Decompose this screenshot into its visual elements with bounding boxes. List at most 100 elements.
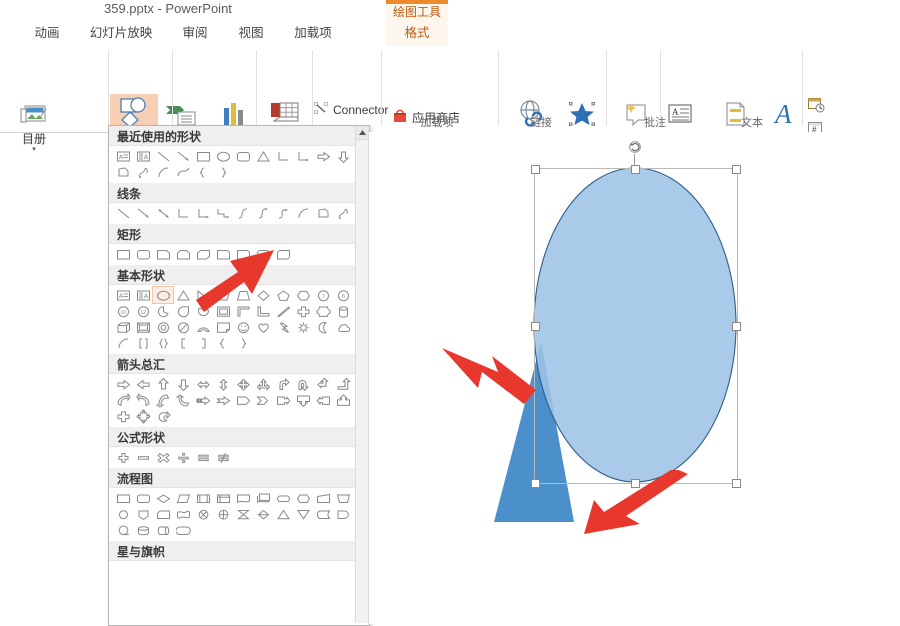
- shape-oval[interactable]: [213, 148, 233, 164]
- resize-handle-e[interactable]: [732, 322, 741, 331]
- shape-plaque[interactable]: [313, 303, 333, 319]
- shape-curved-down[interactable]: [173, 392, 193, 408]
- shape-right-arrow[interactable]: [313, 148, 333, 164]
- shape-freeform[interactable]: [313, 205, 333, 221]
- resize-handle-w[interactable]: [531, 322, 540, 331]
- tab-5[interactable]: 格式: [386, 20, 448, 46]
- shape-left-arrow-callout[interactable]: [313, 392, 333, 408]
- shape-down-arrow-callout[interactable]: [293, 392, 313, 408]
- shape-u-turn-arrow[interactable]: [293, 376, 313, 392]
- shape-line-arrow[interactable]: [133, 205, 153, 221]
- shape-curve3[interactable]: [273, 205, 293, 221]
- rotate-icon[interactable]: [628, 140, 642, 154]
- tab-0[interactable]: 动画: [22, 20, 72, 46]
- shape-up-arrow[interactable]: [153, 376, 173, 392]
- shape-quad-arrow-callout[interactable]: [133, 408, 153, 424]
- shape-cube[interactable]: [113, 319, 133, 335]
- shape-snip-single[interactable]: [153, 246, 173, 262]
- shape-rectangle[interactable]: [193, 148, 213, 164]
- shape-sequential-access[interactable]: [113, 522, 133, 538]
- shape-chevron[interactable]: [253, 392, 273, 408]
- shape-triangle[interactable]: [253, 148, 273, 164]
- shape-multiply[interactable]: [153, 449, 173, 465]
- shape-left-brace[interactable]: [213, 335, 233, 351]
- shape-data[interactable]: [173, 490, 193, 506]
- shape-sun[interactable]: [293, 319, 313, 335]
- gallery-section-lines[interactable]: [109, 203, 356, 224]
- shape-multidocument[interactable]: [253, 490, 273, 506]
- shape-bent-arrow[interactable]: [273, 376, 293, 392]
- shape-right-brace[interactable]: [233, 335, 253, 351]
- shape-rounded-rect[interactable]: [133, 246, 153, 262]
- shape-right-arrow-callout[interactable]: [273, 392, 293, 408]
- shape-line-arrow[interactable]: [173, 148, 193, 164]
- shape-extract[interactable]: [273, 506, 293, 522]
- tab-2[interactable]: 审阅: [170, 20, 220, 46]
- shape-terminator[interactable]: [273, 490, 293, 506]
- shape-dodecagon[interactable]: 12: [133, 303, 153, 319]
- shapes-gallery-dropdown[interactable]: 最近使用的形状 A A 线条 矩形 基本形状 A A 7 8 10 12 箭头总汇 公式形状 流程图 星与旗帜: [108, 125, 370, 626]
- tab-1[interactable]: 幻灯片放映: [78, 20, 164, 46]
- shape-elbow-arrow-connector[interactable]: [293, 148, 313, 164]
- shape-moon[interactable]: [313, 319, 333, 335]
- shape-donut[interactable]: [153, 319, 173, 335]
- gallery-scrollbar[interactable]: [355, 126, 369, 623]
- shape-predefined-process[interactable]: [193, 490, 213, 506]
- shape-sort[interactable]: [253, 506, 273, 522]
- shape-plus[interactable]: [113, 449, 133, 465]
- shape-curve2[interactable]: [253, 205, 273, 221]
- tab-4[interactable]: 加载项: [282, 20, 344, 46]
- shape-left-right-arrow[interactable]: [193, 376, 213, 392]
- shape-line[interactable]: [153, 148, 173, 164]
- shape-right-bracket[interactable]: [193, 335, 213, 351]
- shape-not-equal[interactable]: [213, 449, 233, 465]
- shape-cross-arrow[interactable]: [113, 408, 133, 424]
- gallery-section-block-arrows[interactable]: [109, 374, 356, 427]
- shape-divide[interactable]: [173, 449, 193, 465]
- shape-arc[interactable]: [113, 335, 133, 351]
- shape-tri-arrow[interactable]: [253, 376, 273, 392]
- shape-down-arrow[interactable]: [173, 376, 193, 392]
- shape-decagon[interactable]: 10: [113, 303, 133, 319]
- shape-right-brace[interactable]: [213, 164, 233, 180]
- shape-document[interactable]: [233, 490, 253, 506]
- shape-off-page-connector[interactable]: [133, 506, 153, 522]
- shape-connector-elbow-double[interactable]: [213, 205, 233, 221]
- shape-delay[interactable]: [333, 506, 353, 522]
- shape-freeform[interactable]: [113, 164, 133, 180]
- shape-up-down-arrow[interactable]: [213, 376, 233, 392]
- shape-equal[interactable]: [193, 449, 213, 465]
- shape-minus[interactable]: [133, 449, 153, 465]
- shape-cloud[interactable]: [333, 319, 353, 335]
- shape-line[interactable]: [113, 205, 133, 221]
- connector-button[interactable]: Connector: [314, 102, 388, 118]
- shape-manual-input[interactable]: [313, 490, 333, 506]
- shape-direct-access-storage[interactable]: [153, 522, 173, 538]
- tab-3[interactable]: 视图: [226, 20, 276, 46]
- shape-curved-left[interactable]: [113, 392, 133, 408]
- shape-line-double-arrow[interactable]: [153, 205, 173, 221]
- shape-brackets[interactable]: [133, 335, 153, 351]
- shape-notched-right-arrow[interactable]: [213, 392, 233, 408]
- shape-connector-elbow-arrow[interactable]: [193, 205, 213, 221]
- shape-elbow-connector[interactable]: [273, 148, 293, 164]
- shape-arc[interactable]: [293, 205, 313, 221]
- shape-up-arrow-callout[interactable]: [333, 392, 353, 408]
- shape-bent-up-arrow[interactable]: [333, 376, 353, 392]
- shape-magnetic-disk[interactable]: [133, 522, 153, 538]
- shape-pentagon-arrow[interactable]: [233, 392, 253, 408]
- shape-process[interactable]: [113, 490, 133, 506]
- shape-left-bracket[interactable]: [173, 335, 193, 351]
- shape-or[interactable]: [213, 506, 233, 522]
- photo-album-button[interactable]: 目册 ▾: [6, 96, 62, 154]
- shape-left-arrow[interactable]: [133, 376, 153, 392]
- shape-striped-right-arrow[interactable]: [193, 392, 213, 408]
- shape-manual-operation[interactable]: [333, 490, 353, 506]
- shape-circular-arrow[interactable]: [153, 408, 173, 424]
- shape-heptagon[interactable]: 7: [313, 287, 333, 303]
- resize-handle-n[interactable]: [631, 165, 640, 174]
- shape-preparation[interactable]: [293, 490, 313, 506]
- shape-left-brace[interactable]: [193, 164, 213, 180]
- shape-arc[interactable]: [153, 164, 173, 180]
- shape-merge[interactable]: [293, 506, 313, 522]
